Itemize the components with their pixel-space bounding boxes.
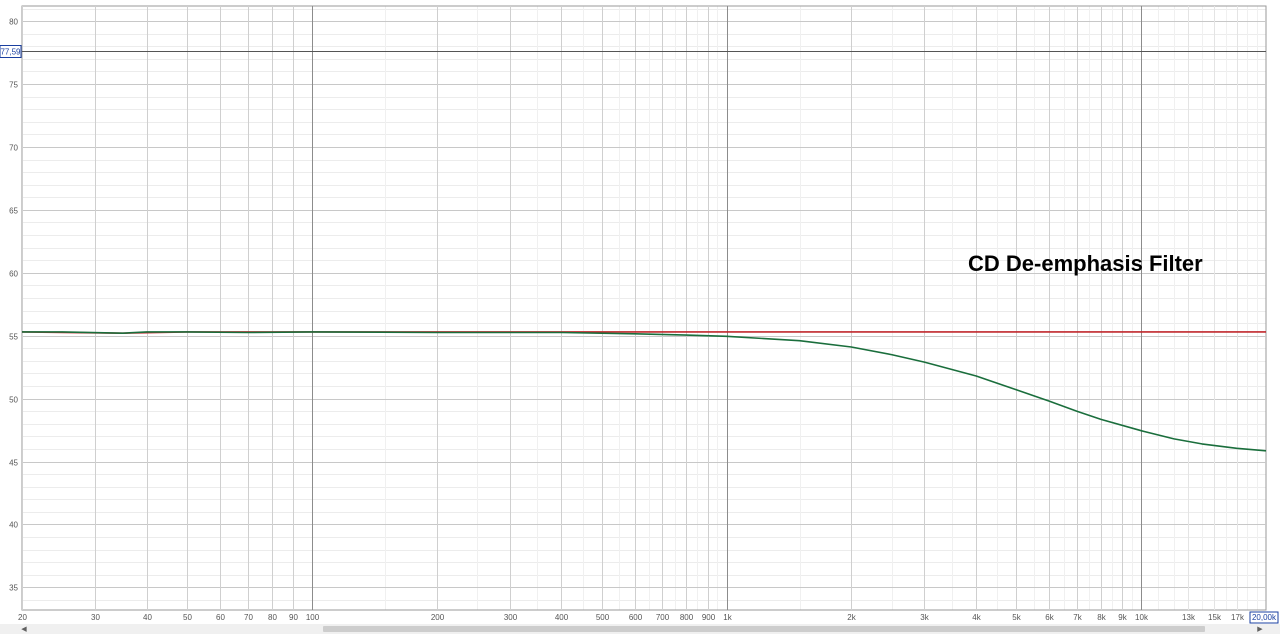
x-tick-label: 70 [244,613,253,622]
y-tick-label: 70 [9,144,18,153]
x-tick-label: 6k [1045,613,1054,622]
x-end-label: 20,00k [1252,613,1277,622]
cursor-label: 77,59 [0,48,21,57]
y-tick-label: 55 [9,333,18,342]
x-tick-label: 7k [1073,613,1082,622]
chart-svg: 35 40 45 50 55 60 65 70 75 80 20 30 40 50 60 70 80 90 100… [0,5,1279,624]
y-tick-label: 75 [9,81,18,90]
x-tick-label: 60 [216,613,225,622]
series-layer [21,331,1267,452]
x-tick-label: 600 [629,613,643,622]
x-tick-label: 17k [1231,613,1245,622]
x-axis-ticks: 20 30 40 50 60 70 80 90 100 200 300 400 500 600 700 800… [18,611,1279,624]
x-tick-label: 200 [431,613,445,622]
y-tick-label: 50 [9,396,18,405]
scrollbar-thumb[interactable] [323,626,1205,632]
x-tick-label: 9k [1118,613,1127,622]
x-tick-label: 100 [306,613,320,622]
chart-title: CD De-emphasis Filter [968,251,1203,276]
y-tick-label: 80 [9,18,18,27]
x-tick-label: 3k [920,613,929,622]
x-tick-label: 700 [656,613,670,622]
x-tick-label: 15k [1208,613,1222,622]
x-tick-label: 10k [1135,613,1149,622]
x-tick-label: 400 [555,613,569,622]
scroll-left-arrow-icon[interactable]: ◀ [18,624,30,634]
plot-frame [21,5,1267,611]
x-tick-label: 4k [972,613,981,622]
y-tick-label: 60 [9,270,18,279]
y-tick-label: 35 [9,584,18,593]
x-tick-label: 20 [18,613,27,622]
x-tick-label: 800 [680,613,694,622]
x-tick-label: 30 [91,613,100,622]
x-tick-label: 900 [702,613,716,622]
x-tick-label: 80 [268,613,277,622]
x-tick-label: 8k [1097,613,1106,622]
y-tick-label: 65 [9,207,18,216]
x-tick-label: 2k [847,613,856,622]
x-tick-label: 13k [1182,613,1196,622]
x-tick-label: 300 [504,613,518,622]
y-axis-ticks: 35 40 45 50 55 60 65 70 75 80 [9,18,18,593]
horizontal-scrollbar[interactable]: ◀ ▶ [0,624,1280,634]
y-tick-label: 45 [9,459,18,468]
scroll-right-arrow-icon[interactable]: ▶ [1254,624,1266,634]
major-grid [21,5,1267,611]
minor-grid [22,6,1266,610]
y-tick-label: 40 [9,521,18,530]
x-tick-label: 1k [723,613,732,622]
x-tick-label: 50 [183,613,192,622]
x-tick-label: 40 [143,613,152,622]
x-tick-label: 500 [596,613,610,622]
cursor-layer[interactable]: 77,59 [0,45,1266,58]
series-line [22,331,1267,452]
x-tick-label: 5k [1012,613,1021,622]
frequency-response-chart: 35 40 45 50 55 60 65 70 75 80 20 30 40 50 60 70 80 90 100… [0,0,1280,634]
x-tick-label: 90 [289,613,298,622]
